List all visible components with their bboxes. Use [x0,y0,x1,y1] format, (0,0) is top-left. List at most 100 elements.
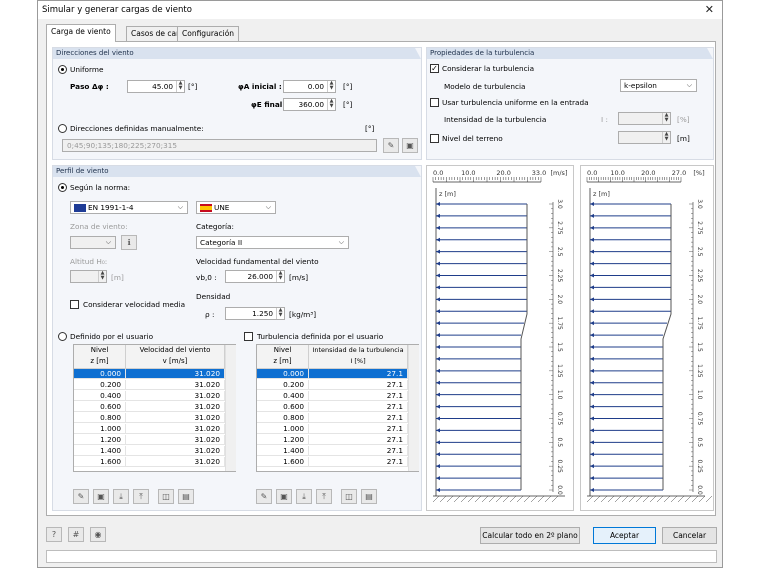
table-cell-value[interactable]: 27.1 [309,457,408,467]
altitude-input[interactable]: ▲ ▼ [70,270,107,283]
x-tick-label: 0.0 [587,169,597,177]
mean-velocity-label: Considerar velocidad media [83,300,186,309]
x-tick-label: 20.0 [496,169,510,177]
phiA-input[interactable]: 0.00 ▲ ▼ [283,80,336,93]
table-cell-level[interactable]: 1.600 [257,457,309,467]
table-cell-value[interactable]: 31.020 [126,446,225,456]
edit-icon[interactable]: ✎ [73,489,89,504]
table-cell-level[interactable]: 0.400 [74,391,126,401]
table-cell-level[interactable]: 1.600 [74,457,126,467]
vb-input[interactable]: 26.000 ▲ ▼ [225,270,285,283]
altitude-unit: [m] [111,273,124,282]
table-cell-level[interactable]: 0.200 [74,380,126,390]
export-excel-icon[interactable]: ⤒ [133,489,149,504]
phiE-input[interactable]: 360.00 ▲ ▼ [283,98,336,111]
table-icon[interactable]: ▤ [178,489,194,504]
table-cell-value[interactable]: 31.020 [126,413,225,423]
wind-directions-header: Direcciones del viento [53,48,421,59]
accept-button[interactable]: Aceptar [593,527,656,544]
table-cell-level[interactable]: 1.400 [257,446,309,456]
cancel-button[interactable]: Cancelar [662,527,717,544]
table-cell-level[interactable]: 1.000 [74,424,126,434]
consider-turbulence-checkbox[interactable]: ✓ [430,64,439,73]
units-icon[interactable]: # [68,527,84,542]
manual-directions-input[interactable]: 0;45;90;135;180;225;270;315 [62,139,377,152]
col-speed-header: Velocidad del viento v [m/s] [126,345,225,369]
info-icon[interactable]: ℹ [121,235,137,250]
table-cell-value[interactable]: 27.1 [309,380,408,390]
manual-directions-radio[interactable] [58,124,67,133]
wind-zone-label: Zona de viento: [70,222,128,231]
profile-arrowhead [436,297,440,302]
table-cell-value[interactable]: 31.020 [126,457,225,467]
calculate-background-button[interactable]: Calcular todo en 2º plano [480,527,580,544]
table-cell-level[interactable]: 0.800 [74,413,126,423]
annex-select[interactable]: UNE ⌵ [196,201,276,214]
profile-arrowhead [590,297,594,302]
by-norm-radio[interactable] [58,183,67,192]
table-cell-value[interactable]: 31.020 [126,380,225,390]
ground-hatch [698,495,706,503]
table-cell-level[interactable]: 1.400 [74,446,126,456]
table-cell-value[interactable]: 31.020 [126,391,225,401]
uniform-radio[interactable] [58,65,67,74]
table-cell-level[interactable]: 0.600 [257,402,309,412]
table-cell-level[interactable]: 1.200 [74,435,126,445]
turbulence-model-select[interactable]: k-epsilon ⌵ [620,79,697,92]
view-icon[interactable]: ◉ [90,527,106,542]
table-cell-level[interactable]: 0.200 [257,380,309,390]
profile-arrowhead [590,440,594,445]
table-cell-level[interactable]: 0.800 [257,413,309,423]
table-cell-level[interactable]: 1.000 [257,424,309,434]
table-cell-value[interactable]: 27.1 [309,446,408,456]
table-cell-value[interactable]: 31.020 [126,424,225,434]
table-scrollbar[interactable] [225,345,236,471]
graph-icon[interactable]: ◫ [158,489,174,504]
table-cell-level[interactable]: 0.000 [74,369,126,379]
user-defined-radio[interactable] [58,332,67,341]
close-icon[interactable]: ✕ [705,3,714,16]
import-excel-icon[interactable]: ⤓ [296,489,312,504]
uniform-turbulence-checkbox[interactable] [430,98,439,107]
table-cell-value[interactable]: 27.1 [309,369,408,379]
wind-zone-select[interactable]: ⌵ [70,236,116,249]
user-turbulence-checkbox[interactable] [244,332,253,341]
import-excel-icon[interactable]: ⤓ [113,489,129,504]
table-cell-value[interactable]: 27.1 [309,402,408,412]
save-icon[interactable]: ▣ [93,489,109,504]
save-icon[interactable]: ▣ [402,138,418,153]
table-cell-level[interactable]: 0.000 [257,369,309,379]
table-icon[interactable]: ▤ [361,489,377,504]
category-select[interactable]: Categoría II ⌵ [196,236,349,249]
table-cell-value[interactable]: 31.020 [126,402,225,412]
terrain-level-checkbox[interactable] [430,134,439,143]
table-scrollbar[interactable] [408,345,419,471]
edit-icon[interactable]: ✎ [383,138,399,153]
table-cell-level[interactable]: 1.200 [257,435,309,445]
col-level-header: Nivel z [m] [74,345,126,369]
tab-carga-de-viento[interactable]: Carga de viento [46,24,116,42]
table-cell-level[interactable]: 0.400 [257,391,309,401]
terrain-level-input[interactable]: ▲ ▼ [618,131,671,144]
edit-icon[interactable]: ✎ [256,489,272,504]
rho-unit: [kg/m³] [289,310,317,319]
z-tick-label: 1.5 [696,342,703,352]
save-icon[interactable]: ▣ [276,489,292,504]
table-cell-value[interactable]: 31.020 [126,435,225,445]
user-turbulence-label: Turbulencia definida por el usuario [257,332,384,341]
export-excel-icon[interactable]: ⤒ [316,489,332,504]
table-cell-value[interactable]: 31.020 [126,369,225,379]
table-cell-level[interactable]: 0.600 [74,402,126,412]
intensity-input[interactable]: ▲ ▼ [618,112,671,125]
step-input[interactable]: 45.00 ▲ ▼ [127,80,185,93]
graph-icon[interactable]: ◫ [341,489,357,504]
table-cell-value[interactable]: 27.1 [309,413,408,423]
tab-configuracion[interactable]: Configuración [177,26,240,41]
rho-input[interactable]: 1.250 ▲ ▼ [225,307,285,320]
table-cell-value[interactable]: 27.1 [309,435,408,445]
table-cell-value[interactable]: 27.1 [309,391,408,401]
table-cell-value[interactable]: 27.1 [309,424,408,434]
mean-velocity-checkbox[interactable] [70,300,79,309]
help-icon[interactable]: ? [46,527,62,542]
norm-select[interactable]: EN 1991-1-4 ⌵ [70,201,188,214]
